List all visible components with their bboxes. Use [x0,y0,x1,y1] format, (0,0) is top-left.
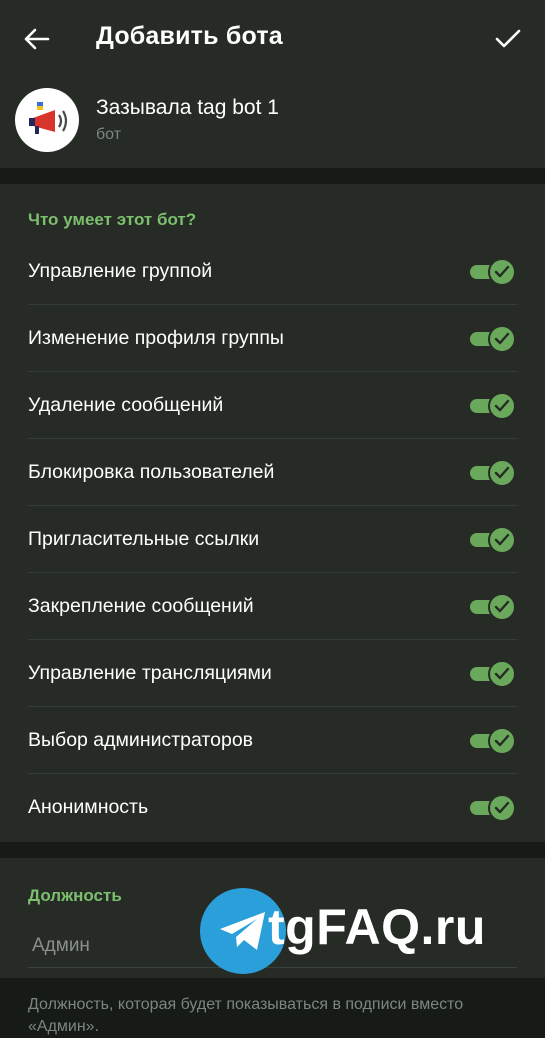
check-icon [494,801,510,814]
check-icon [494,734,510,747]
permission-label: Анонимность [28,796,149,818]
watermark-text: tgFAQ.ru [268,899,486,955]
permission-label: Выбор администраторов [28,729,254,751]
permission-toggle[interactable] [470,727,516,755]
watermark: tgFAQ.ru [200,888,510,980]
permission-label: Блокировка пользователей [28,461,275,483]
permission-label: Закрепление сообщений [28,595,254,617]
check-icon [494,600,510,613]
check-icon [494,466,510,479]
confirm-button[interactable] [491,22,525,56]
permission-toggle[interactable] [470,325,516,353]
permission-row[interactable]: Анонимность [0,774,545,841]
check-icon [495,29,521,48]
page-title: Добавить бота [96,22,283,50]
permission-toggle[interactable] [470,258,516,286]
back-button[interactable] [20,22,54,56]
check-icon [494,265,510,278]
bot-card: Зазывала tag bot 1 бот [0,76,545,168]
permission-row[interactable]: Выбор администраторов [0,707,545,774]
permission-label: Удаление сообщений [28,394,224,416]
permission-row[interactable]: Удаление сообщений [0,372,545,439]
permission-label: Пригласительные ссылки [28,528,260,550]
permission-row[interactable]: Изменение профиля группы [0,305,545,372]
bot-status: бот [96,126,122,143]
check-icon [494,533,510,546]
permission-toggle[interactable] [470,392,516,420]
permission-label: Управление трансляциями [28,662,272,684]
permission-row[interactable]: Управление трансляциями [0,640,545,707]
megaphone-icon [29,102,68,134]
arrow-left-icon [24,28,50,50]
permission-toggle[interactable] [470,593,516,621]
check-icon [494,399,510,412]
permission-toggle[interactable] [470,794,516,822]
permission-row[interactable]: Блокировка пользователей [0,439,545,506]
app-header: Добавить бота [0,0,545,76]
check-icon [494,667,510,680]
permission-label: Изменение профиля группы [28,327,284,349]
role-hint: Должность, которая будет показываться в … [28,996,464,1035]
permission-toggle[interactable] [470,526,516,554]
check-icon [494,332,510,345]
permission-label: Управление группой [28,260,213,282]
permission-row[interactable]: Управление группой [0,238,545,305]
permission-toggle[interactable] [470,660,516,688]
permission-row[interactable]: Закрепление сообщений [0,573,545,640]
bot-avatar [15,88,79,152]
permission-toggle[interactable] [470,459,516,487]
bot-name: Зазывала tag bot 1 [96,96,279,119]
permissions-title: Что умеет этот бот? [28,210,197,229]
role-title: Должность [28,886,122,905]
permission-row[interactable]: Пригласительные ссылки [0,506,545,573]
permissions-section: Что умеет этот бот? Управление группой И… [0,184,545,842]
